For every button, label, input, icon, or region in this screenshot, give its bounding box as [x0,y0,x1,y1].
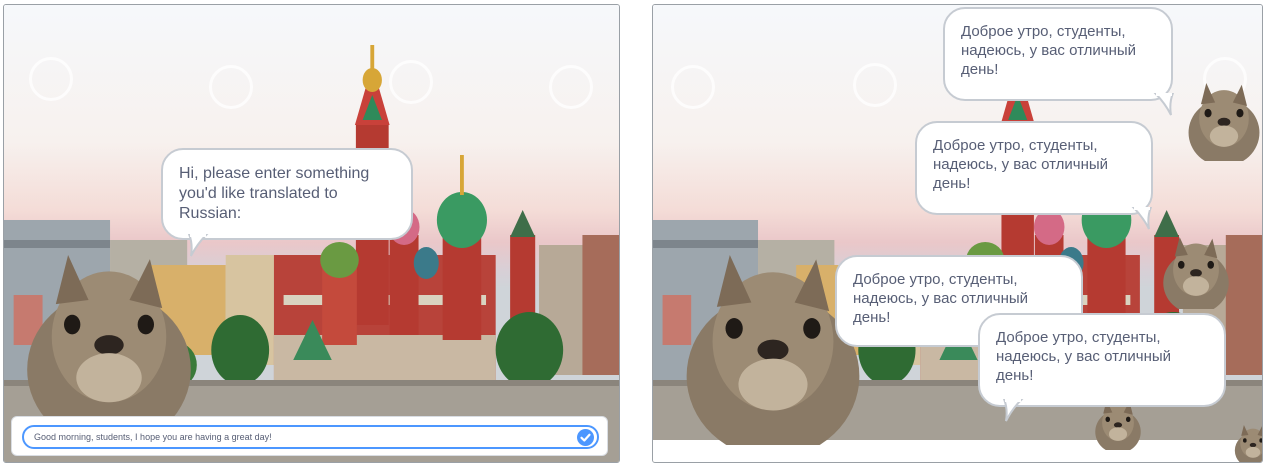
squirrel-sprite[interactable] [19,255,199,435]
speech-bubble-tail [187,234,209,258]
watermark-icon [671,65,715,109]
stage-left: Hi, please enter something you'd like tr… [3,4,620,463]
squirrel-sprite[interactable] [1233,425,1263,463]
speech-bubble-tail [1131,207,1153,231]
speech-bubble: Доброе утро, студенты, надеюсь, у вас от… [943,7,1175,116]
ask-input[interactable]: Good morning, students, I hope you are h… [22,425,599,449]
check-icon [580,433,591,442]
watermark-icon [549,65,593,109]
watermark-icon [389,60,433,104]
speech-bubble-text: Доброе утро, студенты, надеюсь, у вас от… [996,329,1172,384]
watermark-icon [29,57,73,101]
speech-bubble-text: Hi, please enter something you'd like tr… [179,165,370,222]
ask-prompt: Good morning, students, I hope you are h… [11,416,608,456]
speech-bubble-tail [1002,399,1024,423]
squirrel-sprite[interactable] [1186,83,1262,161]
speech-bubble-text: Доброе утро, студенты, надеюсь, у вас от… [961,23,1137,78]
speech-bubble: Доброе утро, студенты, надеюсь, у вас от… [978,313,1226,422]
speech-bubble-text: Доброе утро, студенты, надеюсь, у вас от… [933,137,1109,192]
squirrel-sprite[interactable] [1158,237,1234,309]
squirrel-sprite[interactable] [1078,400,1158,450]
ask-input-value: Good morning, students, I hope you are h… [34,432,272,442]
submit-button[interactable] [577,429,594,446]
speech-bubble-tail [1153,93,1175,117]
stage-right: Доброе утро, студенты, надеюсь, у вас от… [652,4,1263,463]
speech-bubble: Доброе утро, студенты, надеюсь, у вас от… [915,121,1153,230]
watermark-icon [209,65,253,109]
speech-bubble: Hi, please enter something you'd like tr… [161,148,413,257]
watermark-icon [853,63,897,107]
